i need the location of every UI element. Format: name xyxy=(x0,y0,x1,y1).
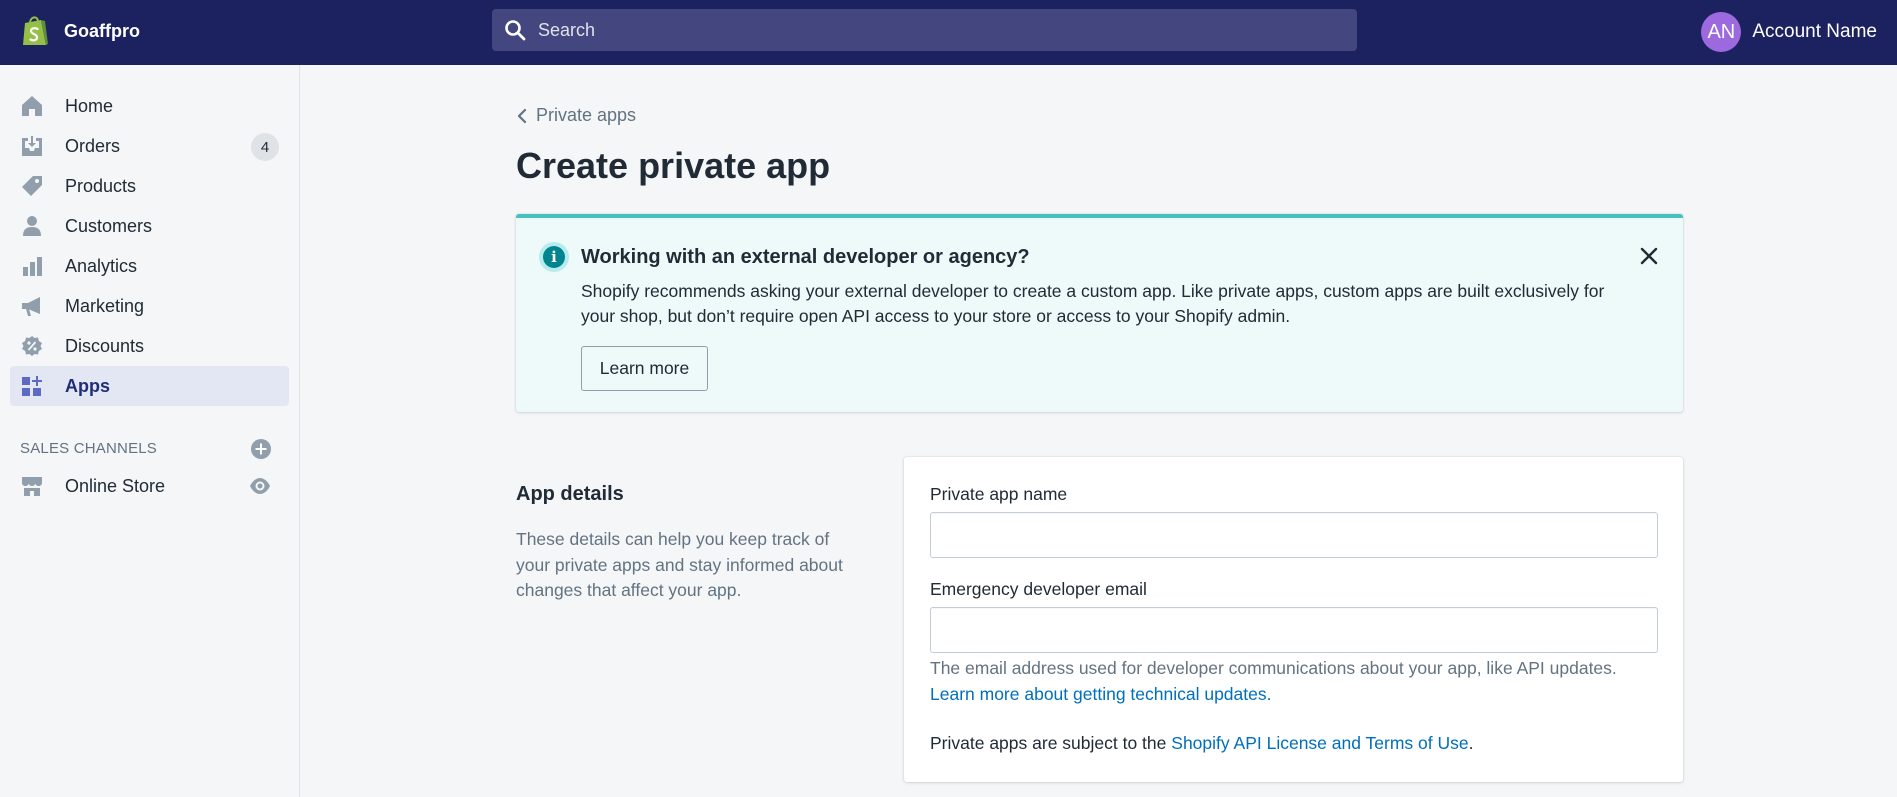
top-bar: Goaffpro AN Account Name xyxy=(0,0,1897,65)
sidebar-item-marketing[interactable]: Marketing xyxy=(10,286,289,326)
sidebar-item-label: Apps xyxy=(65,375,110,396)
sales-channels-heading: SALES CHANNELS xyxy=(20,440,158,457)
account-menu[interactable]: AN Account Name xyxy=(1701,12,1877,52)
app-details-title: App details xyxy=(516,483,624,505)
banner-body: Shopify recommends asking your external … xyxy=(581,281,1605,326)
terms-link[interactable]: Shopify API License and Terms of Use xyxy=(1171,733,1468,753)
sidebar-item-home[interactable]: Home xyxy=(10,86,289,126)
home-icon xyxy=(20,94,44,118)
sidebar: Home Orders 4 Products Customers Analyti… xyxy=(0,65,300,797)
info-icon: i xyxy=(539,242,569,272)
person-icon xyxy=(20,214,44,238)
sidebar-item-label: Products xyxy=(65,175,137,196)
sidebar-item-label: Discounts xyxy=(65,335,145,356)
search-bar[interactable] xyxy=(492,9,1357,51)
sidebar-item-online-store[interactable]: Online Store xyxy=(10,466,289,506)
learn-more-button[interactable]: Learn more xyxy=(581,346,708,391)
technical-updates-link[interactable]: Learn more about getting technical updat… xyxy=(930,684,1271,704)
store-name: Goaffpro xyxy=(64,20,140,41)
developer-email-label: Emergency developer email xyxy=(930,579,1147,599)
sidebar-item-label: Orders xyxy=(65,135,121,156)
sidebar-item-label: Customers xyxy=(65,215,153,236)
sidebar-item-label: Online Store xyxy=(65,475,166,496)
sidebar-item-customers[interactable]: Customers xyxy=(10,206,289,246)
developer-email-input[interactable] xyxy=(930,607,1658,653)
discount-icon xyxy=(20,334,44,358)
sidebar-item-products[interactable]: Products xyxy=(10,166,289,206)
sidebar-item-discounts[interactable]: Discounts xyxy=(10,326,289,366)
terms-prefix: Private apps are subject to the xyxy=(930,733,1167,753)
breadcrumb[interactable]: Private apps xyxy=(516,105,636,126)
app-details-card: Private app name Emergency developer ema… xyxy=(904,457,1683,782)
terms-suffix: . xyxy=(1468,733,1474,753)
orders-count-badge: 4 xyxy=(251,133,279,161)
store-brand[interactable]: Goaffpro xyxy=(20,14,140,48)
search-icon xyxy=(505,20,526,41)
info-banner: i Working with an external developer or … xyxy=(516,214,1683,412)
eye-icon[interactable] xyxy=(249,476,271,496)
sidebar-item-analytics[interactable]: Analytics xyxy=(10,246,289,286)
orders-icon xyxy=(20,134,44,158)
store-icon xyxy=(20,474,44,498)
sidebar-item-apps[interactable]: Apps xyxy=(10,366,289,406)
megaphone-icon xyxy=(20,294,44,318)
page-title: Create private app xyxy=(516,145,831,186)
sidebar-item-label: Home xyxy=(65,95,114,116)
sidebar-item-label: Analytics xyxy=(65,255,138,276)
sidebar-item-orders[interactable]: Orders 4 xyxy=(10,126,289,166)
banner-title: Working with an external developer or ag… xyxy=(581,246,1030,268)
email-help-text: The email address used for developer com… xyxy=(930,656,1665,707)
email-help-description: The email address used for developer com… xyxy=(930,658,1617,678)
chevron-left-icon xyxy=(517,108,527,123)
private-app-name-input[interactable] xyxy=(930,512,1658,558)
search-input[interactable] xyxy=(538,19,1318,41)
app-details-description: These details can help you keep track of… xyxy=(516,529,843,600)
apps-icon xyxy=(20,374,44,398)
add-channel-icon[interactable] xyxy=(250,438,272,460)
shopify-logo-icon xyxy=(23,16,48,45)
tag-icon xyxy=(20,174,44,198)
avatar: AN xyxy=(1701,12,1742,52)
close-icon[interactable] xyxy=(1639,246,1659,266)
breadcrumb-link[interactable]: Private apps xyxy=(536,105,636,126)
terms-text: Private apps are subject to the Shopify … xyxy=(930,733,1473,754)
sidebar-item-label: Marketing xyxy=(65,295,145,316)
bar-chart-icon xyxy=(20,254,44,278)
account-name: Account Name xyxy=(1752,21,1877,42)
private-app-name-label: Private app name xyxy=(930,484,1068,504)
